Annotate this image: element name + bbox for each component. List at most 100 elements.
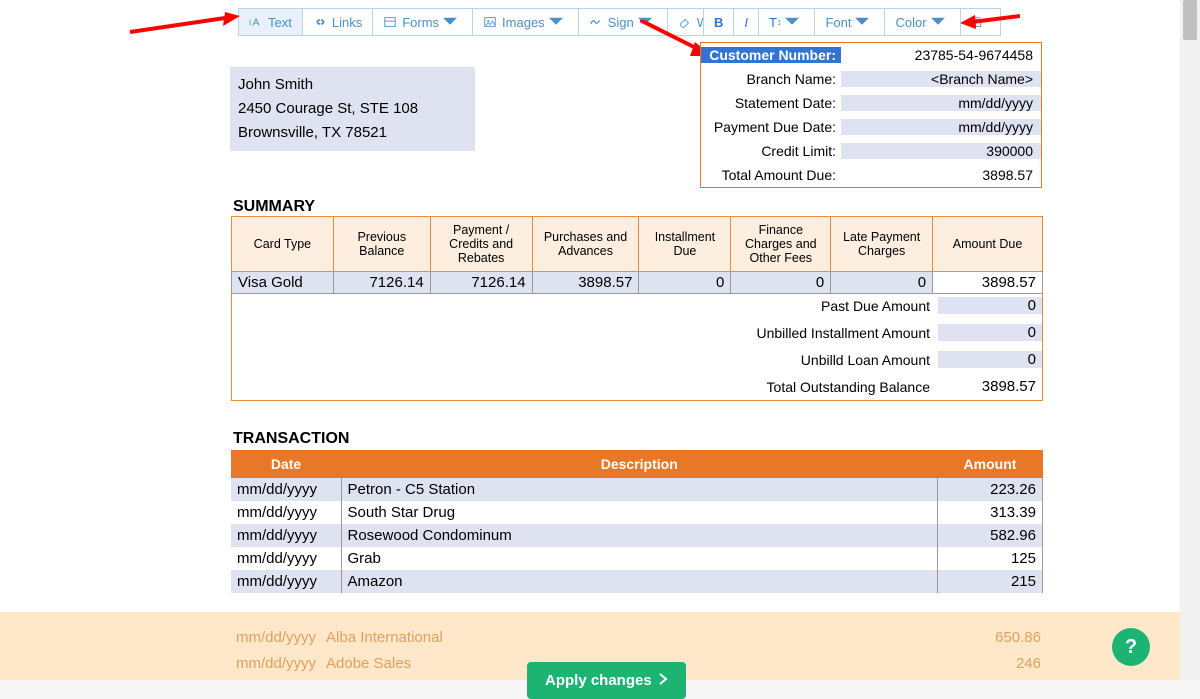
bold-button[interactable]: B (703, 8, 734, 36)
delete-button[interactable] (961, 8, 1001, 36)
svg-text:I: I (249, 19, 251, 28)
text-icon: IA (249, 15, 263, 29)
due-date-label: Payment Due Date: (701, 119, 841, 135)
unbilled-loan-value[interactable]: 0 (938, 351, 1042, 368)
cell-finance: 0 (731, 272, 831, 294)
apply-label: Apply changes (545, 672, 652, 689)
format-toolbar: B I T↕ Font Color (703, 8, 1001, 36)
col-card-type: Card Type (232, 217, 334, 272)
images-tool-button[interactable]: Images (473, 8, 579, 36)
cell-amount-due: 3898.57 (933, 272, 1043, 294)
total-outstanding-label: Total Outstanding Balance (232, 379, 938, 395)
sign-icon (589, 15, 603, 29)
help-button[interactable]: ? (1112, 628, 1150, 666)
links-tool-button[interactable]: Links (303, 8, 373, 36)
unbilled-installment-label: Unbilled Installment Amount (232, 325, 938, 341)
unbilled-loan-label: Unbilld Loan Amount (232, 352, 938, 368)
form-icon (383, 15, 397, 29)
trash-icon (971, 15, 985, 29)
total-due-value: 3898.57 (841, 167, 1041, 183)
apply-changes-button[interactable]: Apply changes (527, 662, 686, 699)
caret-down-icon (855, 15, 869, 29)
forms-tool-button[interactable]: Forms (373, 8, 473, 36)
col-payment: Payment / Credits and Rebates (430, 217, 532, 272)
eraser-icon (678, 15, 692, 29)
help-icon: ? (1125, 636, 1137, 659)
cell-prev-bal: 7126.14 (333, 272, 430, 294)
color-button[interactable]: Color (885, 8, 960, 36)
summary-row[interactable]: Visa Gold 7126.14 7126.14 3898.57 0 0 0 … (232, 272, 1043, 294)
textsize-label: T (769, 15, 777, 30)
customer-number-label[interactable]: Customer Number: (701, 47, 841, 63)
branch-value[interactable]: <Branch Name> (841, 71, 1041, 87)
caret-down-icon (785, 15, 799, 29)
customer-name: John Smith (238, 73, 467, 97)
annotation-arrow (130, 10, 240, 40)
color-label: Color (895, 15, 926, 30)
customer-addr1: 2450 Courage St, STE 108 (238, 97, 467, 121)
images-tool-label: Images (502, 15, 545, 30)
customer-address-block[interactable]: John Smith 2450 Courage St, STE 108 Brow… (230, 67, 475, 151)
summary-heading: SUMMARY (233, 198, 315, 216)
table-row[interactable]: mm/dd/yyyyRosewood Condominum582.96 (231, 524, 1043, 547)
col-date: Date (231, 450, 341, 478)
table-row[interactable]: mm/dd/yyyyAmazon215 (231, 570, 1043, 593)
sign-tool-label: Sign (608, 15, 634, 30)
table-row[interactable]: mm/dd/yyyyGrab125 (231, 547, 1043, 570)
svg-text:A: A (253, 17, 260, 29)
font-label: Font (825, 15, 851, 30)
text-size-button[interactable]: T↕ (759, 8, 815, 36)
branch-label: Branch Name: (701, 71, 841, 87)
past-due-value[interactable]: 0 (938, 297, 1042, 314)
caret-down-icon (443, 15, 457, 29)
scrollbar-thumb[interactable] (1183, 0, 1197, 40)
due-date-value[interactable]: mm/dd/yyyy (841, 119, 1041, 135)
statement-date-label: Statement Date: (701, 95, 841, 111)
account-info-box: Customer Number: 23785-54-9674458 Branch… (700, 42, 1042, 188)
sign-tool-button[interactable]: Sign (579, 8, 668, 36)
col-purchases: Purchases and Advances (532, 217, 639, 272)
summary-footer: Past Due Amount 0 Unbilled Installment A… (231, 292, 1043, 401)
font-button[interactable]: Font (815, 8, 885, 36)
forms-tool-label: Forms (402, 15, 439, 30)
text-tool-label: Text (268, 15, 292, 30)
cell-installment: 0 (639, 272, 731, 294)
credit-limit-label: Credit Limit: (701, 143, 841, 159)
cell-purchases: 3898.57 (532, 272, 639, 294)
total-due-label: Total Amount Due: (701, 167, 841, 183)
past-due-label: Past Due Amount (232, 298, 938, 314)
col-desc: Description (341, 450, 938, 478)
vertical-scrollbar[interactable] (1180, 0, 1200, 680)
customer-addr2: Brownsville, TX 78521 (238, 121, 467, 145)
caret-down-icon (638, 15, 652, 29)
col-finance: Finance Charges and Other Fees (731, 217, 831, 272)
total-outstanding-value: 3898.57 (938, 378, 1042, 395)
main-toolbar: IA Text Links Forms Images Sign Whiteout (238, 8, 759, 36)
chevron-right-icon (658, 672, 668, 689)
credit-limit-value[interactable]: 390000 (841, 143, 1041, 159)
statement-date-value[interactable]: mm/dd/yyyy (841, 95, 1041, 111)
table-row[interactable]: mm/dd/yyyySouth Star Drug313.39 (231, 501, 1043, 524)
col-amount-due: Amount Due (933, 217, 1043, 272)
link-icon (313, 15, 327, 29)
transaction-heading: TRANSACTION (233, 430, 349, 448)
table-row[interactable]: mm/dd/yyyyPetron - C5 Station223.26 (231, 478, 1043, 501)
cell-payment: 7126.14 (430, 272, 532, 294)
col-amount: Amount (938, 450, 1043, 478)
summary-table: Card Type Previous Balance Payment / Cre… (231, 216, 1043, 294)
col-installment: Installment Due (639, 217, 731, 272)
caret-down-icon (549, 15, 563, 29)
cell-card-type: Visa Gold (232, 272, 334, 294)
customer-number-value: 23785-54-9674458 (841, 47, 1041, 63)
image-icon (483, 15, 497, 29)
editor-canvas: IA Text Links Forms Images Sign Whiteout (0, 0, 1180, 680)
col-prev-bal: Previous Balance (333, 217, 430, 272)
text-tool-button[interactable]: IA Text (238, 8, 303, 36)
links-tool-label: Links (332, 15, 362, 30)
caret-down-icon (931, 15, 945, 29)
col-late: Late Payment Charges (831, 217, 933, 272)
unbilled-installment-value[interactable]: 0 (938, 324, 1042, 341)
italic-button[interactable]: I (734, 8, 759, 36)
cell-late: 0 (831, 272, 933, 294)
transaction-table: Date Description Amount mm/dd/yyyyPetron… (231, 450, 1043, 593)
